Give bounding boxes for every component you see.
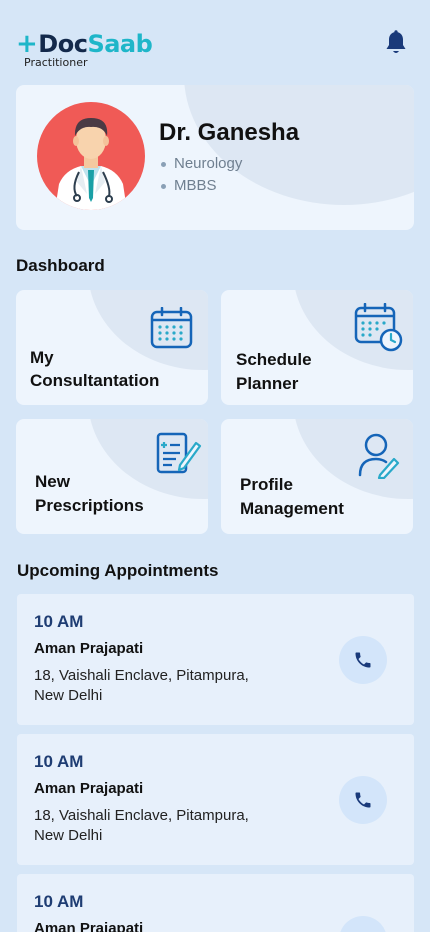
address-line1: 18, Vaishali Enclave, Pitampura,: [34, 807, 249, 824]
tile-schedule-planner[interactable]: Schedule Planner: [221, 290, 413, 405]
patient-name: Aman Prajapati: [34, 640, 144, 657]
appointment-time: 10 AM: [34, 752, 84, 771]
logo-plus-mark: +: [16, 29, 38, 59]
doctor-name: Dr. Ganesha: [159, 119, 300, 146]
notification-bell-icon[interactable]: [384, 30, 408, 56]
appointment-card[interactable]: 10 AM Aman Prajapati 18, Vaishali Enclav…: [17, 734, 414, 865]
tile-label-line1: Schedule: [236, 350, 312, 369]
call-button[interactable]: [339, 636, 387, 684]
tile-my-consultation[interactable]: My Consultantation: [16, 290, 208, 405]
appointment-card[interactable]: 10 AM Aman Prajapati: [17, 874, 414, 932]
tile-label: Schedule Planner: [236, 348, 386, 396]
patient-address: 18, Vaishali Enclave, Pitampura, New Del…: [34, 666, 294, 706]
patient-name: Aman Prajapati: [34, 780, 144, 797]
tile-label-line1: New: [35, 472, 70, 491]
tile-label-line1: Profile: [240, 475, 293, 494]
logo-wordmark: + Doc Saab: [16, 29, 153, 59]
doctor-avatar: [37, 102, 145, 210]
patient-name: Aman Prajapati: [34, 920, 144, 932]
tile-label: Profile Management: [240, 473, 390, 521]
tile-label-line2: Planner: [236, 374, 299, 393]
app-header: + Doc Saab Practitioner: [16, 30, 414, 72]
tile-label-line1: My: [30, 348, 54, 367]
upcoming-appointments-heading: Upcoming Appointments: [17, 561, 219, 580]
dashboard-heading: Dashboard: [16, 256, 105, 275]
appointment-time: 10 AM: [34, 892, 84, 911]
address-line2: New Delhi: [34, 687, 103, 704]
calendar-icon: [150, 307, 193, 349]
tile-new-prescriptions[interactable]: New Prescriptions: [16, 419, 208, 534]
tile-label-line2: Prescriptions: [35, 496, 144, 515]
call-button[interactable]: [339, 776, 387, 824]
tile-profile-management[interactable]: Profile Management: [221, 419, 413, 534]
tile-label: New Prescriptions: [35, 470, 185, 518]
app-logo[interactable]: + Doc Saab Practitioner: [16, 29, 153, 69]
call-button[interactable]: [339, 916, 387, 932]
tile-label-line2: Management: [240, 499, 344, 518]
doctor-profile-card[interactable]: Dr. Ganesha Neurology MBBS: [16, 85, 414, 230]
tile-label: My Consultantation: [30, 346, 180, 392]
address-line1: 18, Vaishali Enclave, Pitampura,: [34, 667, 249, 684]
doctor-specialty: Neurology: [161, 153, 242, 175]
doctor-degree: MBBS: [161, 175, 242, 197]
calendar-clock-icon: [354, 303, 403, 352]
logo-saab-text: Saab: [87, 30, 153, 58]
phone-icon: [355, 792, 371, 808]
appointment-time: 10 AM: [34, 612, 84, 631]
doctor-illustration-icon: [55, 118, 127, 210]
patient-address: 18, Vaishali Enclave, Pitampura, New Del…: [34, 806, 294, 846]
doctor-details: Neurology MBBS: [161, 153, 242, 197]
appointment-card[interactable]: 10 AM Aman Prajapati 18, Vaishali Enclav…: [17, 594, 414, 725]
logo-doc-text: Doc: [38, 30, 88, 58]
tile-label-line2: Consultantation: [30, 371, 160, 390]
phone-icon: [355, 652, 371, 668]
address-line2: New Delhi: [34, 827, 103, 844]
